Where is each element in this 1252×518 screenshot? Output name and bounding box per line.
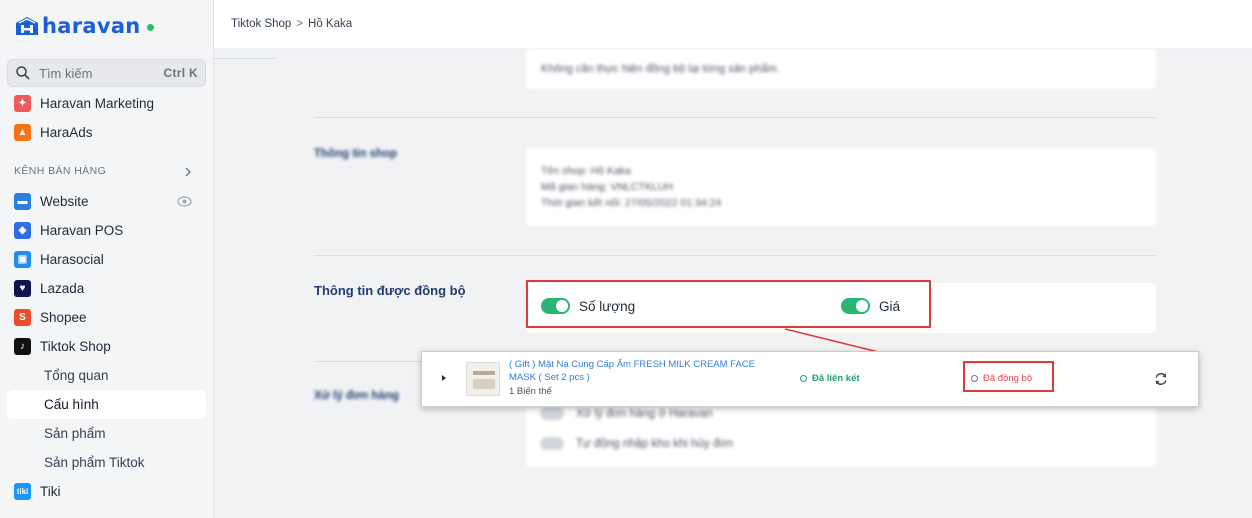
link-status-label: Đã liên kết: [812, 373, 860, 384]
expand-caret-icon[interactable]: [442, 375, 446, 381]
annotation-arrow: [784, 328, 956, 373]
product-variant-count: 1 Biến thể: [509, 386, 552, 397]
status-ring-icon: [800, 375, 807, 382]
refresh-icon[interactable]: [1153, 371, 1169, 387]
product-name-link[interactable]: ( Gift ) Mặt Nạ Cung Cấp Ẩm FRESH MILK C…: [509, 359, 779, 384]
link-status: Đã liên kết: [800, 373, 860, 384]
product-thumbnail: [466, 362, 500, 396]
product-row-popup: ( Gift ) Mặt Nạ Cung Cấp Ẩm FRESH MILK C…: [421, 351, 1199, 407]
highlight-box-sync-status: [963, 361, 1054, 392]
